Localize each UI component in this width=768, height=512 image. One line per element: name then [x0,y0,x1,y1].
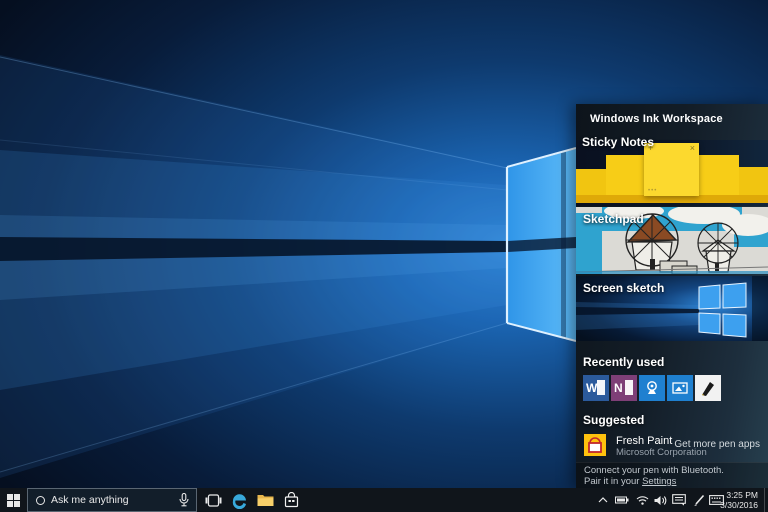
pen-app-tile[interactable] [695,375,721,401]
suggested-label: Suggested [583,413,644,427]
store-button[interactable] [278,488,304,512]
edge-icon [231,492,248,509]
sticky-note-shadow-strip [576,195,768,203]
show-desktop-button[interactable] [764,488,768,512]
sticky-notes-label: Sticky Notes [582,135,654,149]
show-hidden-icons-button[interactable] [594,488,612,512]
suggested-app-name[interactable]: Fresh Paint [616,435,672,447]
footer-line1: Connect your pen with Bluetooth. [584,465,768,476]
clock-date: 3/30/2016 [710,500,758,510]
get-more-pen-apps-link[interactable]: Get more pen apps [674,439,760,450]
sketchpad-label: Sketchpad [583,212,644,226]
battery-icon [615,496,629,504]
word-app-tile[interactable]: W [583,375,609,401]
chevron-up-icon [598,497,608,503]
volume-button[interactable] [651,488,669,512]
sticky-note [576,169,606,198]
settings-link[interactable]: Settings [642,476,676,487]
document-page-icon [625,380,633,395]
start-button[interactable] [0,488,26,512]
fountain-pen-tile-icon [698,378,718,398]
search-input[interactable]: Ask me anything [51,494,179,506]
sticky-grip-icon: ••• [648,188,657,194]
windows-ink-workspace-panel: Windows Ink Workspace Sticky Notes + × •… [576,104,768,488]
clock-time: 3:25 PM [710,490,758,500]
camera-tile-icon [643,379,661,397]
microphone-icon[interactable] [179,493,189,507]
windows-logo-icon [7,494,20,507]
network-status-button[interactable] [633,488,651,512]
sticky-note [739,167,768,198]
cortana-circle-icon [36,496,45,505]
action-center-icon [672,494,686,506]
desktop-screen: Windows Ink Workspace Sticky Notes + × •… [0,0,768,512]
footer-line2: Pair it in your Settings [584,476,768,487]
file-explorer-icon [257,493,274,507]
pen-icon [693,494,706,507]
fresh-paint-icon[interactable] [584,434,606,456]
sketchpad-preview[interactable]: Sketchpad [576,207,768,274]
volume-icon [654,495,667,506]
sticky-notes-preview[interactable]: + × ••• [576,140,768,206]
pen-pairing-footer: Connect your pen with Bluetooth. Pair it… [576,462,768,488]
onenote-app-tile[interactable]: N [611,375,637,401]
search-box[interactable]: Ask me anything [27,488,197,512]
clock[interactable]: 3:25 PM 3/30/2016 [710,490,758,510]
panel-title: Windows Ink Workspace [576,104,768,134]
store-icon [284,492,299,508]
camera-app-tile[interactable] [639,375,665,401]
photos-tile-icon [671,379,689,397]
onenote-tile-icon: N [614,381,623,395]
sticky-note [699,155,739,198]
file-explorer-button[interactable] [252,488,278,512]
sticky-note-front: + × ••• [644,143,699,196]
screen-sketch-label: Screen sketch [583,281,664,295]
taskbar: Ask me anything [0,488,768,512]
edge-browser-button[interactable] [226,488,252,512]
battery-status-button[interactable] [613,488,631,512]
screen-sketch-preview[interactable]: Screen sketch [576,276,768,341]
document-page-icon [597,380,605,395]
action-center-button[interactable] [670,488,688,512]
task-view-icon [205,494,222,507]
suggested-app-row: Fresh Paint Microsoft Corporation Get mo… [584,434,760,460]
windows-ink-workspace-button[interactable] [690,488,708,512]
task-view-button[interactable] [200,488,226,512]
wifi-icon [636,495,649,505]
recently-used-apps: W N [583,375,721,402]
sticky-close-icon: × [690,143,695,154]
word-tile-icon: W [586,381,597,395]
recently-used-label: Recently used [583,355,664,369]
photos-app-tile[interactable] [667,375,693,401]
sticky-note [606,155,644,198]
